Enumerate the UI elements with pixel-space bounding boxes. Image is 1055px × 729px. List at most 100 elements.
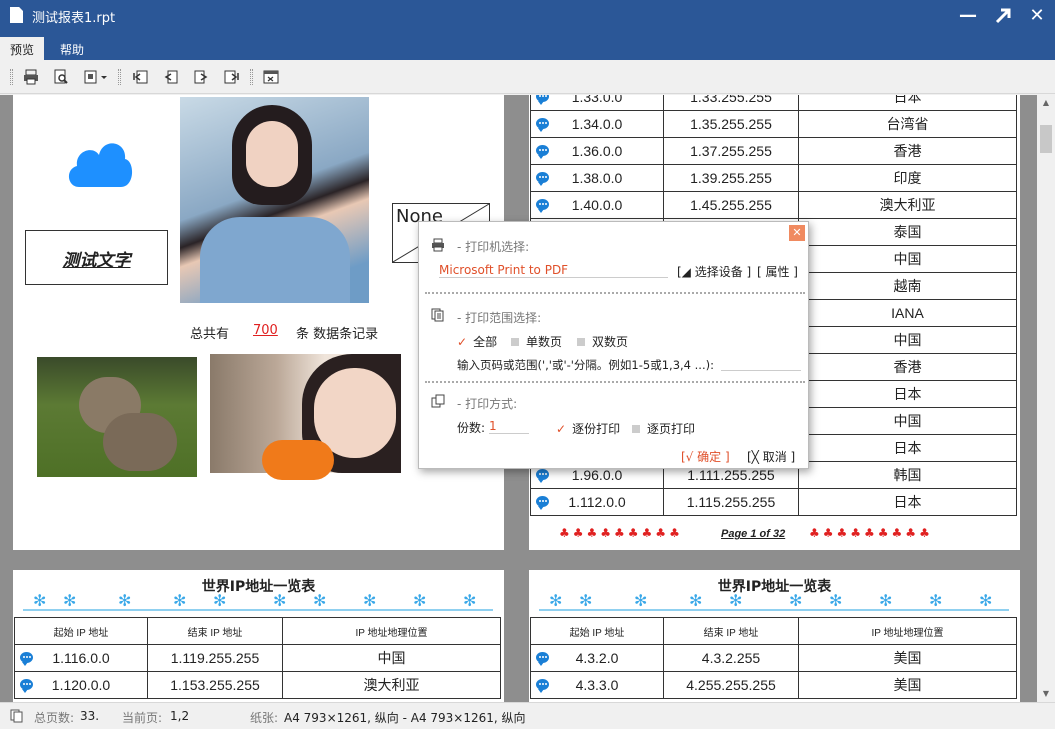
location-cell: 中国 <box>282 644 501 672</box>
range-all-option[interactable]: ✓ 全部 <box>457 333 497 350</box>
toolbar-grip <box>250 69 253 85</box>
maximize-icon[interactable] <box>991 4 1015 28</box>
table-row: 4.3.3.0 4.255.255.255 美国 <box>530 671 1017 699</box>
print-icon[interactable] <box>22 68 40 86</box>
end-ip-cell: 1.33.255.255 <box>663 95 799 111</box>
start-ip: 4.3.3.0 <box>575 677 619 693</box>
range-input[interactable] <box>721 370 801 371</box>
pages-icon <box>10 709 23 723</box>
printer-section-title: - 打印机选择: <box>457 240 530 254</box>
exit-preview-icon[interactable] <box>262 68 280 86</box>
location-cell: 韩国 <box>798 461 1017 489</box>
unchecked-box-icon <box>511 338 519 346</box>
collate-option[interactable]: ✓ 逐份打印 <box>556 420 620 437</box>
location-cell: 日本 <box>798 380 1017 408</box>
copies-icon <box>431 394 445 408</box>
toolbar-grip <box>10 69 13 85</box>
column-header: 起始 IP 地址 <box>530 617 664 645</box>
end-ip-cell: 4.255.255.255 <box>663 671 799 699</box>
portrait-photo-1 <box>180 97 369 303</box>
start-ip: 1.112.0.0 <box>568 494 626 510</box>
location-cell: 美国 <box>798 671 1017 699</box>
first-page-icon[interactable] <box>132 68 150 86</box>
table-row: 1.120.0.0 1.153.255.255 澳大利亚 <box>14 671 501 699</box>
location: 印度 <box>893 170 922 186</box>
check-icon: ✓ <box>556 422 567 436</box>
start-ip-cell: 4.3.2.0 <box>530 644 664 672</box>
location-cell: 泰国 <box>798 218 1017 246</box>
range-even-option[interactable]: 双数页 <box>577 333 628 350</box>
next-page-icon[interactable] <box>192 68 210 86</box>
table-row: 1.112.0.0 1.115.255.255 日本 <box>530 488 1017 516</box>
properties-button[interactable]: [ 属性 ] <box>757 263 798 280</box>
start-ip-cell: 1.40.0.0 <box>530 191 664 219</box>
table-row: 1.40.0.0 1.45.255.255 澳大利亚 <box>530 191 1017 219</box>
location: 美国 <box>893 650 922 666</box>
start-ip-cell: 1.120.0.0 <box>14 671 148 699</box>
select-device-button[interactable]: [◢ 选择设备 ] <box>677 263 751 280</box>
menu-help[interactable]: 帮助 <box>50 37 94 60</box>
end-ip-cell: 1.39.255.255 <box>663 164 799 192</box>
unchecked-box-icon <box>577 338 585 346</box>
range-odd-option[interactable]: 单数页 <box>511 333 562 350</box>
range-input-label: 输入页码或范围(','或'-'分隔。例如1-5或1,3,4 ...): <box>457 358 714 372</box>
end-ip-cell: 4.3.2.255 <box>663 644 799 672</box>
previous-page-icon[interactable] <box>162 68 180 86</box>
text-box: 测试文字 <box>25 230 168 285</box>
start-ip-cell: 4.3.3.0 <box>530 671 664 699</box>
tulip-row-left: ♣♣♣♣♣♣♣♣♣ <box>559 526 683 540</box>
start-ip: 1.33.0.0 <box>571 95 623 105</box>
location-cell: 台湾省 <box>798 110 1017 138</box>
paper-value: A4 793×1261, 纵向 - A4 793×1261, 纵向 <box>284 711 526 725</box>
location: 澳大利亚 <box>363 677 420 693</box>
location-cell: 中国 <box>798 245 1017 273</box>
table-row: 1.116.0.0 1.119.255.255 中国 <box>14 644 501 672</box>
location-cell: 印度 <box>798 164 1017 192</box>
chat-bubble-icon <box>536 679 549 693</box>
end-ip-cell: 1.153.255.255 <box>147 671 283 699</box>
start-ip-cell: 1.116.0.0 <box>14 644 148 672</box>
current-page-label: 当前页: <box>122 711 163 725</box>
menu-preview[interactable]: 预览 <box>0 37 45 60</box>
cancel-button[interactable]: [╳ 取消 ] <box>747 448 795 465</box>
scroll-down-icon[interactable]: ▼ <box>1037 686 1055 702</box>
copies-input[interactable]: 1 <box>489 419 529 434</box>
minimize-icon[interactable]: — <box>956 4 980 28</box>
column-header: 结束 IP 地址 <box>147 617 283 645</box>
column-header: IP 地址地理位置 <box>798 617 1017 645</box>
chat-bubble-icon <box>536 496 549 510</box>
chat-bubble-icon <box>536 469 549 483</box>
start-ip: 1.34.0.0 <box>571 116 623 132</box>
printer-name-field[interactable]: Microsoft Print to PDF <box>439 263 668 278</box>
location: 中国 <box>893 413 922 429</box>
report-page-3: 世界IP地址一览表 ✻ ✻ ✻ ✻ ✻ ✻ ✻ ✻ ✻ ✻ 起始 IP 地址 结束 IP 地址 IP … <box>13 570 504 702</box>
location: IANA <box>891 305 924 321</box>
tulip-row-right: ♣♣♣♣♣♣♣♣♣ <box>809 526 933 540</box>
scroll-thumb[interactable] <box>1040 125 1052 153</box>
location: 日本 <box>893 95 922 105</box>
chevron-down-icon[interactable] <box>98 68 110 86</box>
location: 日本 <box>893 386 922 402</box>
summary-count: 700 <box>253 323 278 338</box>
end-ip-cell: 1.37.255.255 <box>663 137 799 165</box>
location: 中国 <box>893 251 922 267</box>
range-section-title: - 打印范围选择: <box>457 311 542 325</box>
location: 中国 <box>893 332 922 348</box>
location: 台湾省 <box>886 116 929 132</box>
preview-area[interactable]: 测试文字 None 总共有 700 条 数据条记录 1.33.0.0 1.33.2… <box>0 95 1037 702</box>
location-cell: 日本 <box>798 488 1017 516</box>
last-page-icon[interactable] <box>222 68 240 86</box>
location: 中国 <box>377 650 406 666</box>
zoom-page-icon[interactable] <box>52 68 70 86</box>
dialog-close-icon[interactable]: ✕ <box>789 225 805 241</box>
location-cell: 日本 <box>798 95 1017 111</box>
location: 香港 <box>893 359 922 375</box>
close-icon[interactable]: ✕ <box>1025 4 1049 28</box>
vertical-scrollbar[interactable]: ▲ ▼ <box>1037 95 1055 702</box>
per-page-option[interactable]: 逐页打印 <box>632 420 695 437</box>
portrait-photo-2 <box>210 354 401 480</box>
scroll-up-icon[interactable]: ▲ <box>1037 95 1055 111</box>
location-cell: 日本 <box>798 434 1017 462</box>
ok-button[interactable]: [√ 确定 ] <box>681 448 730 465</box>
range-all-label: 全部 <box>473 335 498 349</box>
